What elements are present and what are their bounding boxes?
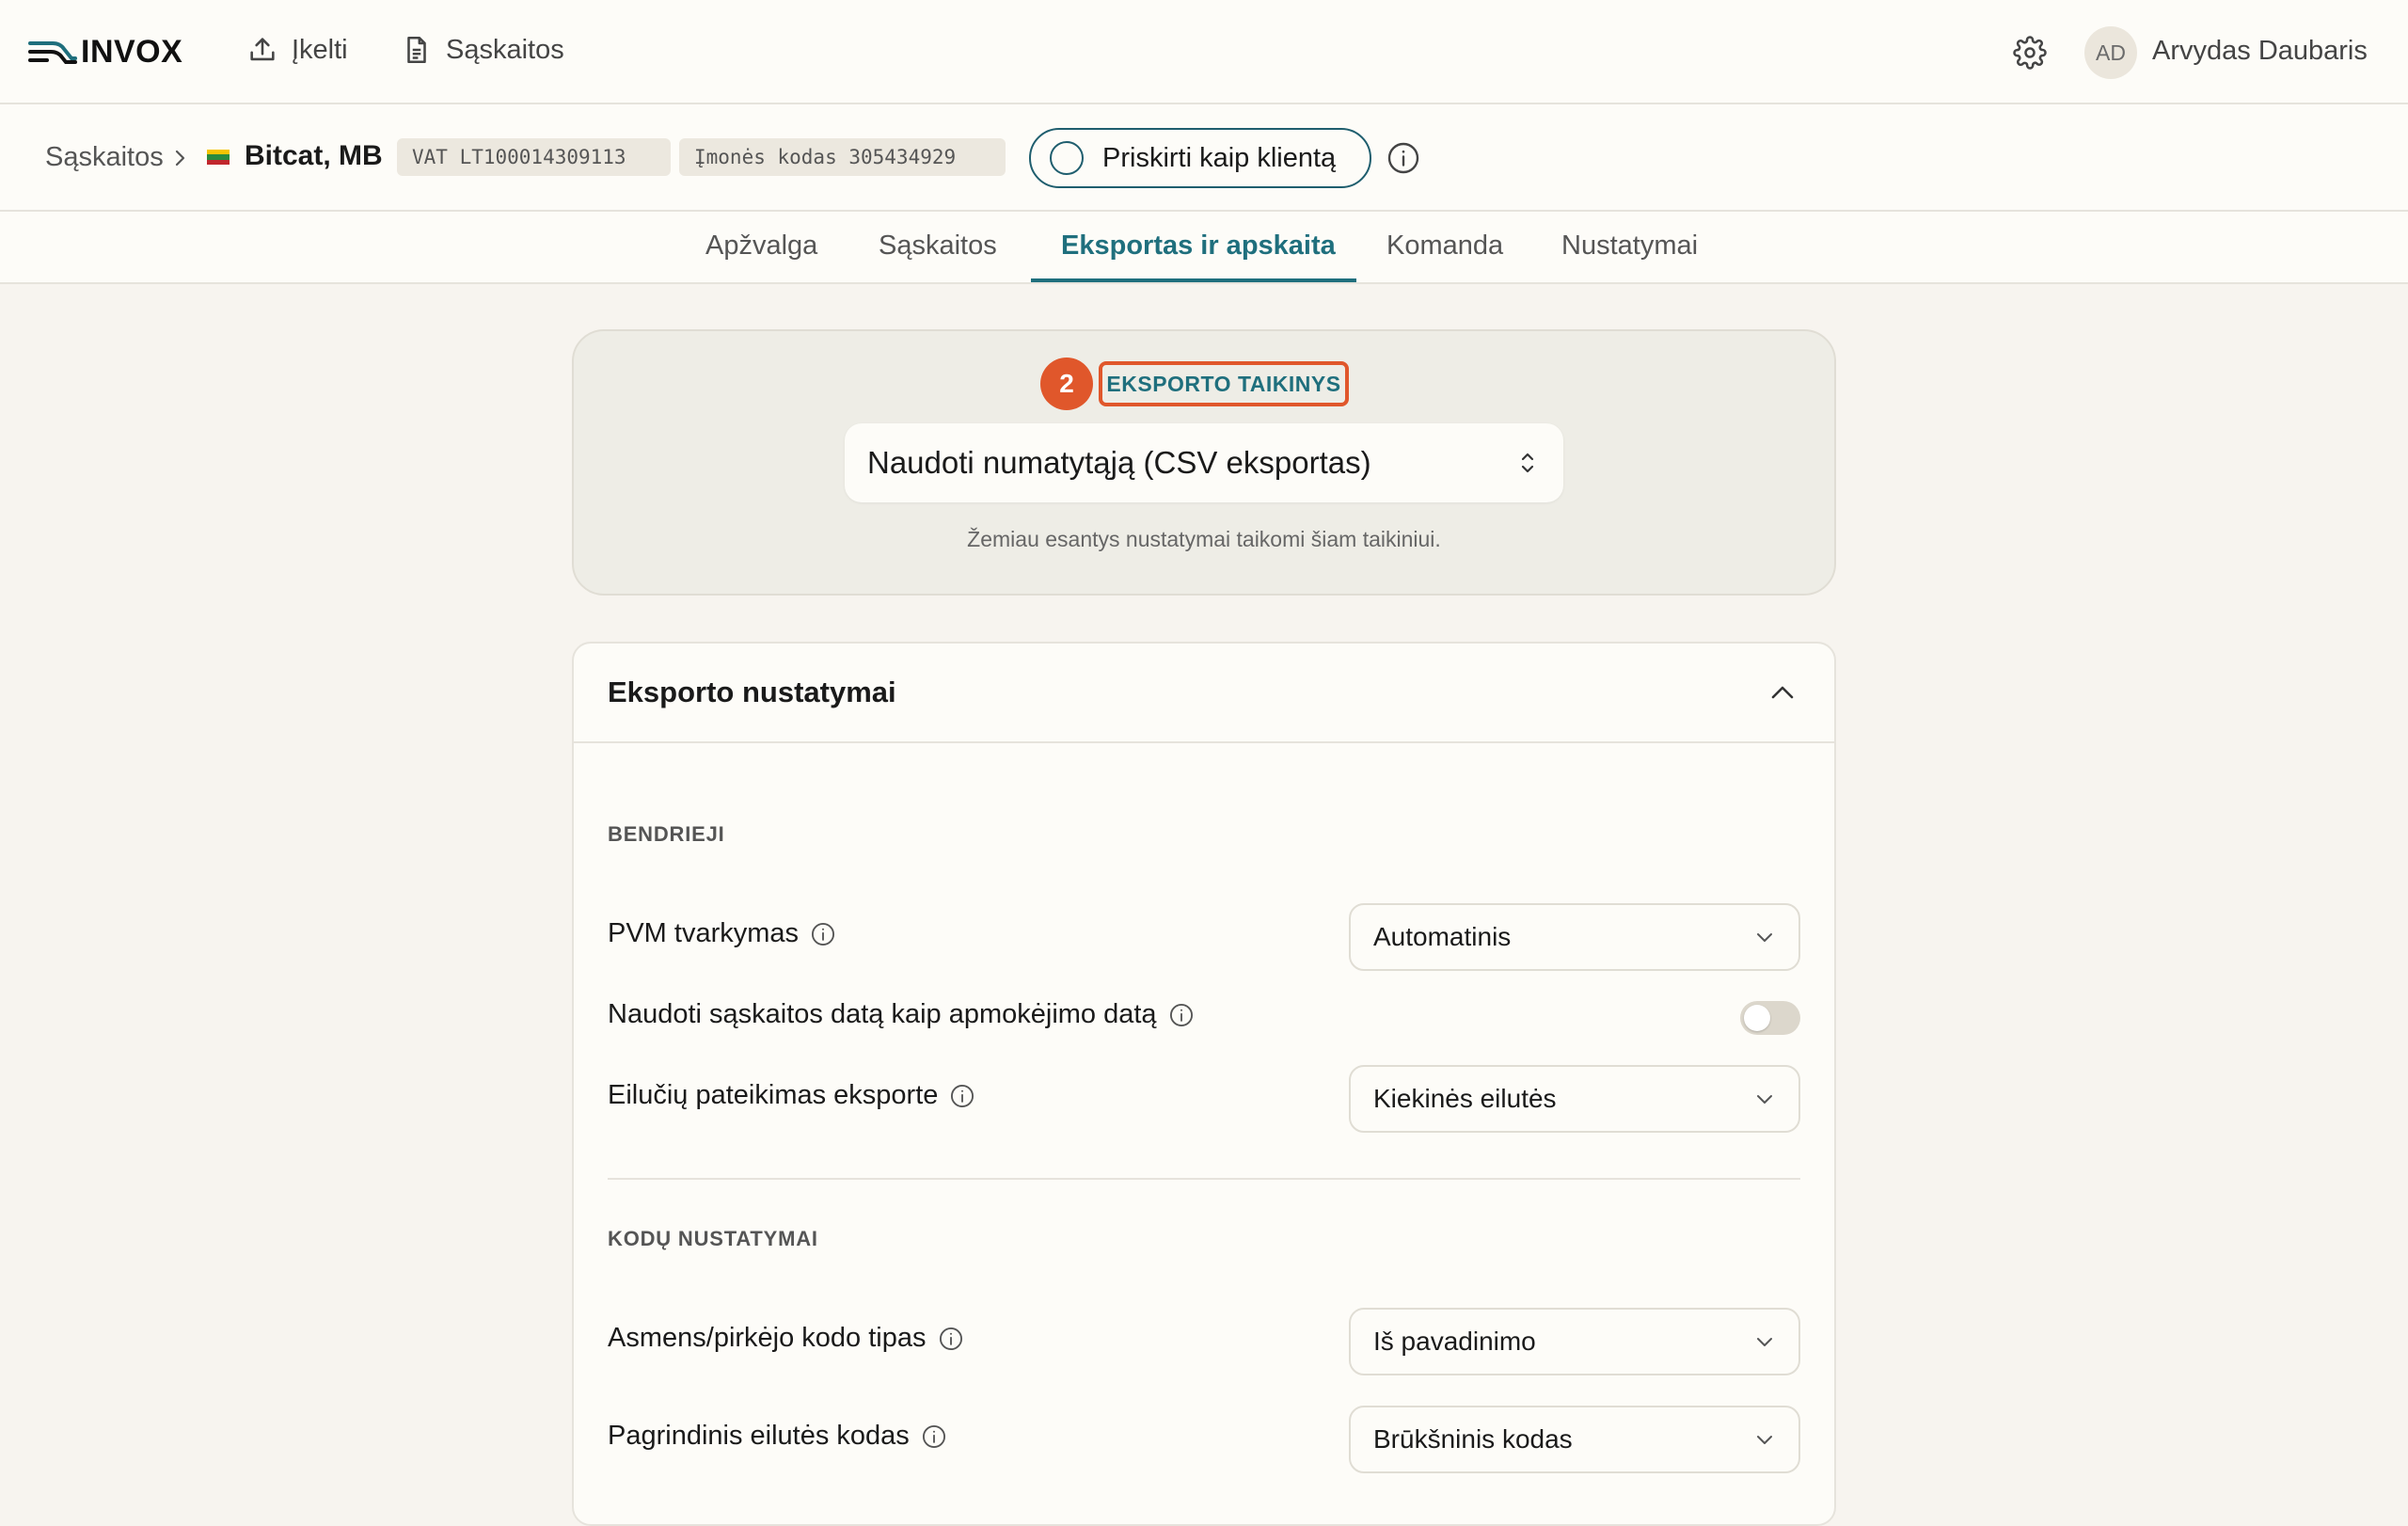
info-icon[interactable] [1168, 1002, 1195, 1028]
vat-handling-value: Automatinis [1373, 922, 1512, 951]
export-target-help-text: Žemiau esantys nustatymai taikomi šiam t… [967, 527, 1441, 551]
chevron-right-icon [175, 150, 185, 167]
main-line-code-value: Brūkšninis kodas [1373, 1424, 1573, 1454]
tab-bar: Apžvalga Sąskaitos Eksportas ir apskaita… [0, 212, 2408, 284]
company-name: Bitcat, MB [245, 140, 383, 171]
buyer-code-type-dropdown[interactable]: Iš pavadinimo [1349, 1308, 1800, 1375]
vat-handling-row-label: PVM tvarkymas [608, 918, 836, 949]
company-code-tag: Įmonės kodas 305434929 [679, 138, 1006, 176]
section-divider [608, 1178, 1800, 1180]
use-invoice-date-label: Naudoti sąskaitos datą kaip apmokėjimo d… [608, 999, 1157, 1029]
export-settings-header[interactable]: Eksporto nustatymai [574, 644, 1834, 743]
tab-team[interactable]: Komanda [1386, 230, 1503, 262]
section-label-general: BENDRIEJI [608, 822, 725, 846]
tab-settings[interactable]: Nustatymai [1561, 230, 1698, 262]
top-bar: INVOX Įkelti Sąskaitos AD Arvydas Daubar… [0, 0, 2408, 104]
radio-circle-icon [1050, 141, 1084, 175]
export-settings-title: Eksporto nustatymai [608, 676, 896, 708]
vat-tag: VAT LT100014309113 [397, 138, 671, 176]
info-icon[interactable] [949, 1083, 975, 1109]
avatar[interactable]: AD [2084, 26, 2137, 79]
gear-icon[interactable] [2013, 36, 2047, 70]
lithuania-flag-icon [207, 150, 230, 165]
info-icon[interactable] [810, 921, 836, 947]
chevron-down-icon [1757, 1095, 1772, 1104]
user-name[interactable]: Arvydas Daubaris [2152, 36, 2368, 67]
active-tab-indicator [1031, 278, 1356, 282]
info-icon[interactable] [921, 1423, 947, 1450]
nav-invoices-link[interactable]: Sąskaitos [401, 34, 564, 66]
main-line-code-label: Pagrindinis eilutės kodas [608, 1421, 910, 1451]
chevron-down-icon [1757, 1338, 1772, 1346]
tab-overview[interactable]: Apžvalga [705, 230, 817, 262]
tab-export-accounting[interactable]: Eksportas ir apskaita [1061, 230, 1336, 262]
assign-as-client-button[interactable]: Priskirti kaip klientą [1029, 128, 1371, 188]
toggle-knob [1744, 1005, 1770, 1031]
chevron-down-icon [1757, 933, 1772, 942]
main-line-code-row-label: Pagrindinis eilutės kodas [608, 1421, 947, 1452]
line-presentation-label: Eilučių pateikimas eksporte [608, 1080, 939, 1110]
step-badge: 2 [1040, 358, 1093, 410]
section-label-codes: KODŲ NUSTATYMAI [608, 1227, 818, 1250]
nav-invoices-label: Sąskaitos [446, 34, 564, 65]
export-target-label-highlight: EKSPORTO TAIKINYS [1099, 361, 1349, 406]
logo-text: INVOX [81, 33, 183, 70]
vat-handling-label: PVM tvarkymas [608, 918, 800, 948]
line-presentation-dropdown[interactable]: Kiekinės eilutės [1349, 1065, 1800, 1133]
assign-as-client-label: Priskirti kaip klientą [1102, 142, 1337, 173]
export-target-select[interactable]: Naudoti numatytąją (CSV eksportas) [845, 423, 1563, 502]
info-icon[interactable] [1386, 141, 1420, 175]
nav-upload-link[interactable]: Įkelti [246, 34, 348, 66]
use-invoice-date-toggle[interactable] [1740, 1001, 1800, 1035]
info-icon[interactable] [938, 1326, 964, 1352]
buyer-code-type-value: Iš pavadinimo [1373, 1327, 1536, 1356]
export-target-label: EKSPORTO TAIKINYS [1106, 371, 1341, 396]
logo[interactable]: INVOX [28, 32, 182, 72]
line-presentation-row-label: Eilučių pateikimas eksporte [608, 1080, 975, 1111]
nav-upload-label: Įkelti [292, 34, 348, 65]
logo-icon [28, 41, 77, 64]
tab-invoices[interactable]: Sąskaitos [879, 230, 997, 262]
vat-handling-dropdown[interactable]: Automatinis [1349, 903, 1800, 971]
use-invoice-date-row-label: Naudoti sąskaitos datą kaip apmokėjimo d… [608, 999, 1195, 1030]
buyer-code-type-label: Asmens/pirkėjo kodo tipas [608, 1323, 927, 1353]
export-settings-card: Eksporto nustatymai BENDRIEJI PVM tvarky… [572, 642, 1836, 1526]
chevron-up-icon[interactable] [1768, 681, 1797, 704]
export-target-value: Naudoti numatytąją (CSV eksportas) [867, 445, 1371, 480]
flag-stripe-red [207, 159, 230, 165]
document-icon [407, 36, 426, 64]
chevron-down-icon [1757, 1436, 1772, 1444]
buyer-code-type-row-label: Asmens/pirkėjo kodo tipas [608, 1323, 964, 1354]
main-line-code-dropdown[interactable]: Brūkšninis kodas [1349, 1406, 1800, 1473]
upload-icon [250, 38, 275, 61]
line-presentation-value: Kiekinės eilutės [1373, 1084, 1557, 1113]
chevron-up-down-icon [1521, 453, 1534, 473]
breadcrumb-root-link[interactable]: Sąskaitos [45, 142, 164, 173]
